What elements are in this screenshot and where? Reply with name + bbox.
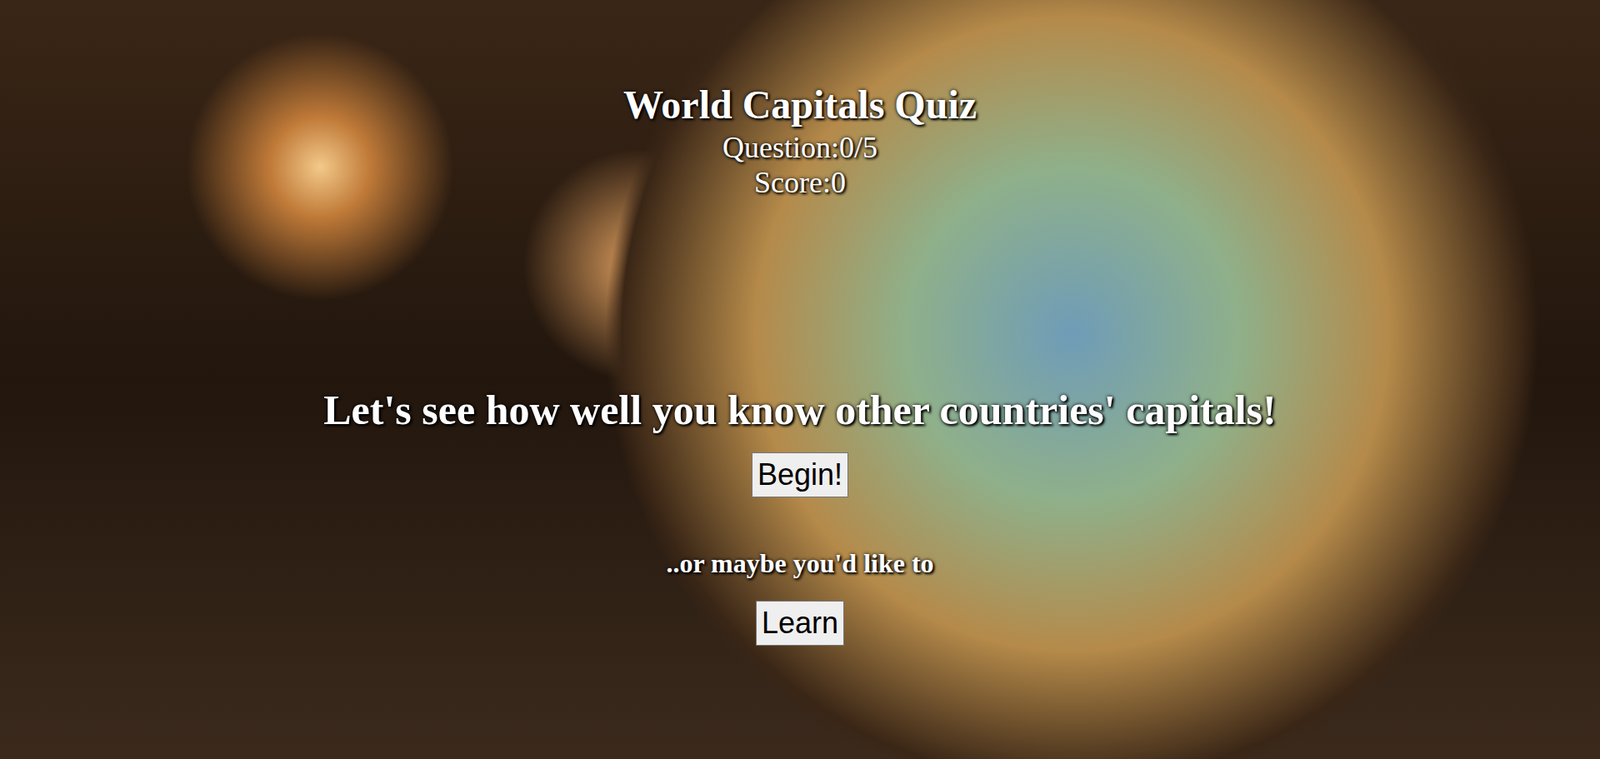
quiz-page: World Capitals QuizQuestion:0/5Score:0 Le… [0,0,1600,759]
begin-button[interactable]: Begin! [751,452,849,498]
score-counter: Score:0 [754,165,846,200]
learn-button[interactable]: Learn [755,600,845,646]
alt-prompt: ..or maybe you'd like to [665,548,934,580]
quiz-content: World Capitals QuizQuestion:0/5Score:0 Le… [0,0,1600,646]
intro-prompt: Let's see how well you know other countr… [310,386,1290,435]
quiz-title: World Capitals Quiz [623,81,977,128]
question-counter: Question:0/5 [722,130,878,165]
